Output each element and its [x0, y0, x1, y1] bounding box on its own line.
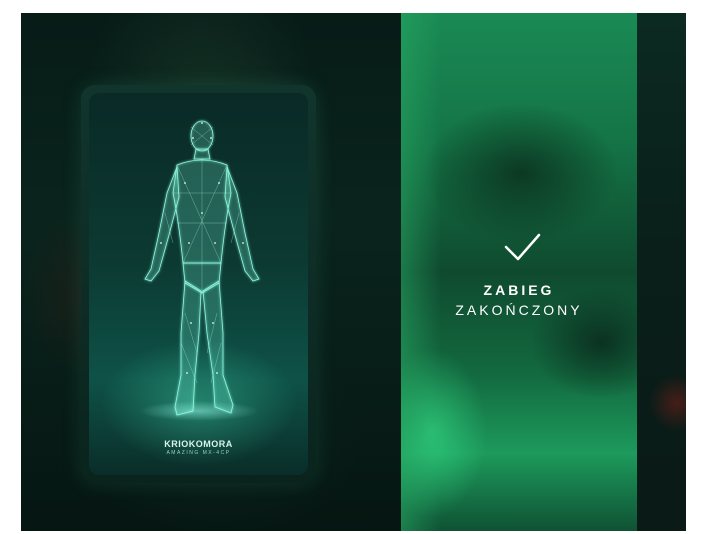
green-panel: [401, 13, 637, 531]
background-right: [637, 13, 686, 531]
brand-model: AMAZING MX-4CP: [166, 450, 231, 456]
check-icon: [504, 233, 541, 261]
brand-name: KRIOKOMORA: [164, 439, 233, 449]
device-card: KRIOKOMORA AMAZING MX-4CP: [81, 85, 316, 483]
screen: KRIOKOMORA AMAZING MX-4CP ZABIEG ZAKOŃCZ…: [21, 13, 686, 531]
device-card-inner: KRIOKOMORA AMAZING MX-4CP: [89, 93, 308, 475]
status-subtitle: ZAKOŃCZONY: [455, 302, 583, 318]
status-title: ZABIEG: [483, 282, 555, 298]
body-wireframe-image: [139, 120, 260, 421]
